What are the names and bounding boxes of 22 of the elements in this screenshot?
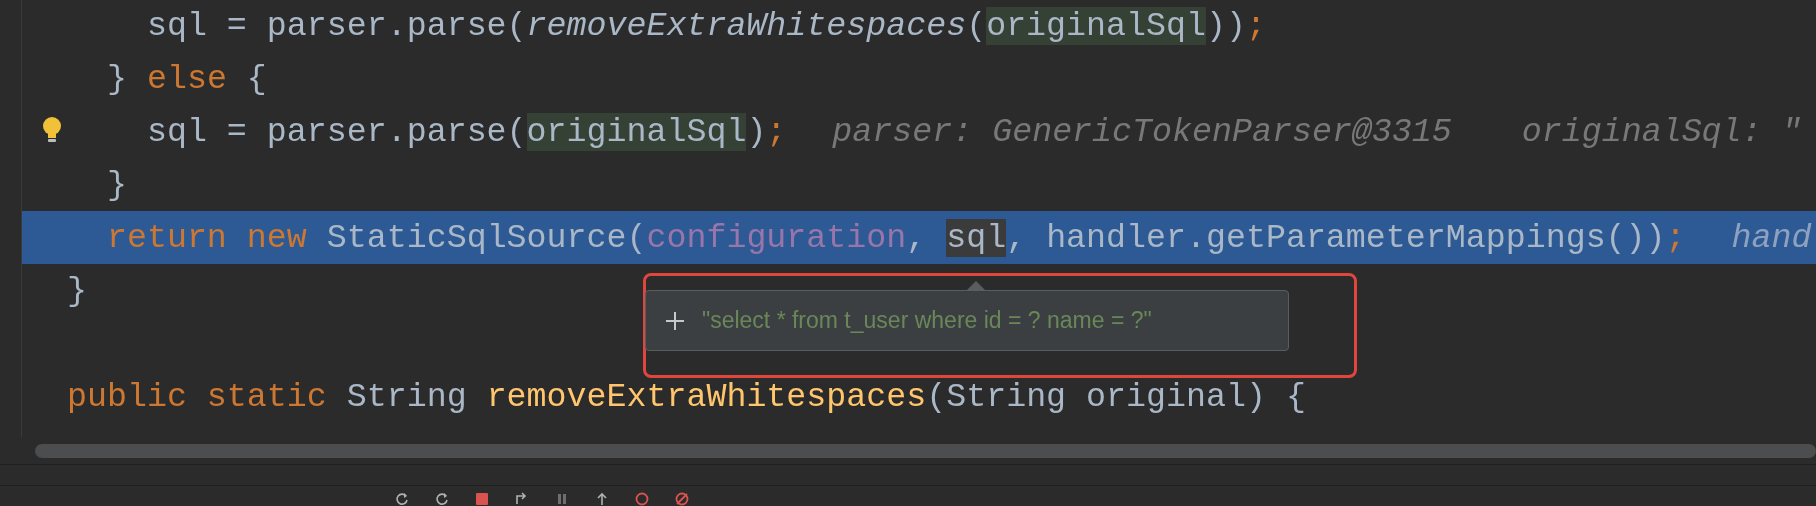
scrollbar-thumb[interactable] <box>35 443 1816 458</box>
step-icon[interactable] <box>515 492 529 506</box>
code-line: } <box>105 164 127 205</box>
code-line: public static String removeExtraWhitespaces(String original) { <box>67 376 1306 417</box>
code-line: sql = parser.parse(originalSql); <box>145 111 787 152</box>
stop-icon[interactable] <box>475 492 489 506</box>
string-value: "select * from t_user where id = ? name = ?" <box>702 307 1152 334</box>
inline-value-hint: parser: GenericTokenParser@3315 <box>832 111 1452 152</box>
inline-value-hint: originalSql: " <box>1521 111 1802 152</box>
arrow-icon[interactable] <box>595 492 609 506</box>
inline-value-hint: hand <box>1731 217 1812 258</box>
code-line: } <box>67 270 87 311</box>
rerun-icon[interactable] <box>395 492 409 506</box>
code-line: return new StaticSqlSource(configuration, sql, handler.getParameterMappings()); <box>105 217 1686 258</box>
mute-breakpoints-icon[interactable] <box>675 492 689 506</box>
code-line: sql = parser.parse(removeExtraWhitespaces(originalSql)); <box>145 5 1266 46</box>
expand-icon[interactable] <box>664 309 686 332</box>
lightbulb-icon[interactable] <box>40 115 64 145</box>
breakpoint-icon[interactable] <box>635 492 649 506</box>
rerun-icon[interactable] <box>435 492 449 506</box>
code-line: } else { <box>105 58 267 99</box>
pause-icon[interactable] <box>555 492 569 506</box>
